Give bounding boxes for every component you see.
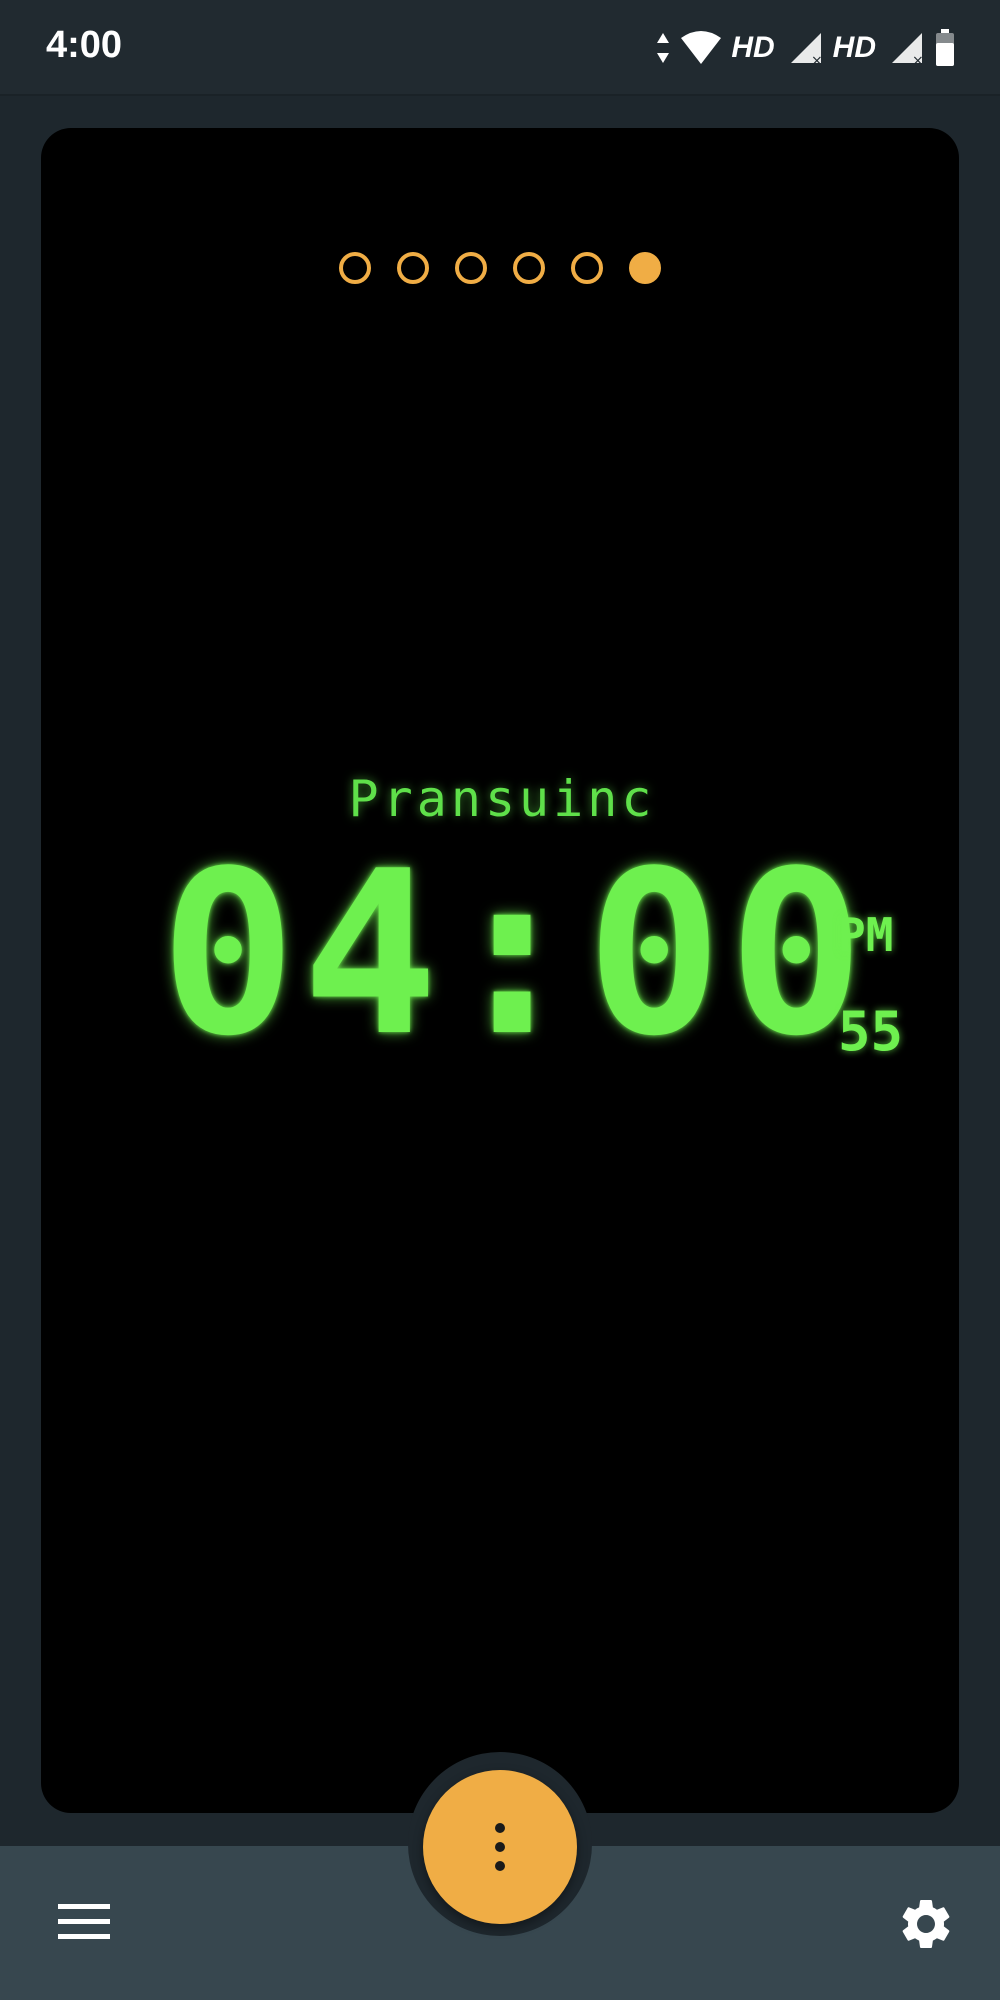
page-dot[interactable]: [571, 252, 603, 284]
page-indicator[interactable]: [0, 252, 1000, 284]
svg-text:×: ×: [811, 53, 823, 65]
gear-icon[interactable]: [896, 1894, 956, 1954]
hd-label: HD: [832, 31, 876, 64]
clock-seconds: 55: [838, 1000, 904, 1063]
more-options-button[interactable]: [423, 1770, 577, 1924]
status-icons: HD × HD ×: [655, 26, 956, 70]
wifi-icon: [681, 31, 722, 64]
page-dot-active[interactable]: [629, 252, 661, 284]
page-dot[interactable]: [513, 252, 545, 284]
clock-ampm: PM: [838, 908, 894, 962]
page-dot[interactable]: [455, 252, 487, 284]
signal-no-service-icon: ×: [790, 33, 823, 65]
page-dot[interactable]: [339, 252, 371, 284]
signal-no-service-icon: ×: [892, 33, 924, 65]
data-transfer-icon: [657, 33, 670, 63]
status-bar: 4:00 HD × HD ×: [0, 0, 1000, 96]
clock-time: 04:00: [160, 823, 871, 1086]
status-time: 4:00: [46, 24, 123, 66]
menu-icon[interactable]: [58, 1902, 110, 1942]
hd-label: HD: [731, 31, 775, 64]
svg-text:×: ×: [912, 53, 924, 65]
more-vertical-icon: [495, 1823, 505, 1871]
page-dot[interactable]: [397, 252, 429, 284]
battery-icon: [936, 29, 954, 66]
clock-brand-label: Pransuinc: [348, 770, 656, 828]
